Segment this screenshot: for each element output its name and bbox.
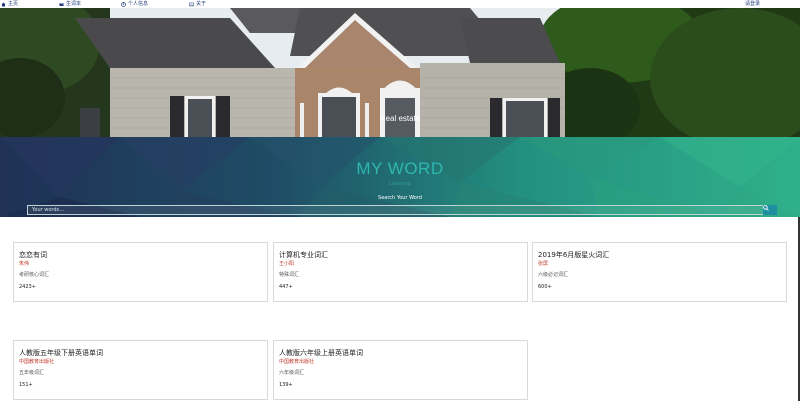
search-button[interactable] [763, 205, 777, 215]
card-title: 人教版六年级上册英语单词 [279, 349, 363, 357]
card-author: 中国教育出版社 [19, 359, 55, 365]
card-description: 六级必记词汇 [538, 272, 569, 278]
card-description: 六年级词汇 [279, 370, 305, 376]
wordbook-card[interactable]: 恋恋有词 朱伟 考研核心词汇 2423+ [13, 242, 268, 302]
card-description: 特殊词汇 [279, 272, 300, 278]
nav-profile[interactable]: 个人信息 [121, 1, 148, 7]
card-title: 人教版五年级下册英语单词 [19, 349, 103, 357]
brand-title: MY WORD [356, 159, 444, 178]
card-description: 五年级词汇 [19, 370, 45, 376]
card-author: 朱伟 [19, 261, 30, 267]
search-icon [763, 205, 769, 211]
nav-vocab-label: 生词本 [66, 1, 82, 7]
card-word-count: 2423+ [19, 284, 36, 290]
nav-login[interactable]: 请登录 [745, 1, 760, 7]
card-title: 2019年6月版星火词汇 [538, 251, 610, 259]
image-icon [189, 2, 194, 6]
brand-subtitle: Learning [389, 181, 411, 187]
hero-title: Real estate [379, 114, 421, 123]
search-banner: MY WORD Learning Search Your Word [0, 137, 800, 217]
nav-home-label: 主页 [8, 1, 19, 7]
card-title: 恋恋有词 [19, 251, 47, 259]
card-title: 计算机专业词汇 [279, 251, 328, 259]
card-description: 考研核心词汇 [19, 272, 50, 278]
wordbook-card[interactable]: 2019年6月版星火词汇 张屏 六级必记词汇 600+ [532, 242, 787, 302]
wordbook-card[interactable]: 人教版六年级上册英语单词 中国教育出版社 六年级词汇 139+ [273, 340, 528, 400]
nav-home[interactable]: 主页 [1, 1, 18, 7]
home-icon [1, 2, 6, 6]
card-author: 王小阳 [279, 261, 295, 267]
card-word-count: 139+ [279, 382, 293, 388]
card-word-count: 447+ [279, 284, 293, 290]
nav-vocab[interactable]: 生词本 [59, 1, 81, 7]
nav-about-label: 关于 [196, 1, 207, 7]
card-word-count: 151+ [19, 382, 33, 388]
user-icon [121, 1, 126, 7]
search-label: Search Your Word [378, 195, 422, 201]
search-input[interactable] [28, 206, 762, 214]
top-nav: 主页 生词本 个人信息 关于 请登录 [0, 0, 800, 8]
wordbook-card[interactable]: 计算机专业词汇 王小阳 特殊词汇 447+ [273, 242, 528, 302]
nav-profile-label: 个人信息 [128, 1, 149, 7]
nav-about[interactable]: 关于 [189, 1, 206, 7]
card-word-count: 600+ [538, 284, 552, 290]
book-icon [59, 2, 64, 6]
hero-banner: Real estate [0, 8, 800, 137]
wordbook-card[interactable]: 人教版五年级下册英语单词 中国教育出版社 五年级词汇 151+ [13, 340, 268, 400]
page: 主页 生词本 个人信息 关于 请登录 Real estate MY WORD L… [0, 0, 800, 401]
card-author: 中国教育出版社 [279, 359, 315, 365]
search-bar [27, 205, 777, 215]
card-author: 张屏 [538, 261, 549, 267]
nav-login-label: 请登录 [745, 1, 761, 7]
